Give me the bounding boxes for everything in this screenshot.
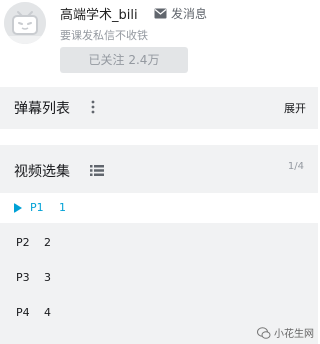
send-message-label: 发消息 xyxy=(171,7,208,21)
uploader-name[interactable]: 高端学术_bili xyxy=(60,4,138,23)
episode-number: P3 xyxy=(16,271,30,284)
list-icon[interactable] xyxy=(90,165,104,176)
episode-title: 4 xyxy=(44,306,51,319)
follow-button[interactable]: 已关注 2.4万 xyxy=(60,47,188,73)
episode-counter: 1/4 xyxy=(287,161,304,172)
video-list-title: 视频选集 xyxy=(14,164,70,180)
episode-number: P4 xyxy=(16,306,30,319)
episode-title: 1 xyxy=(59,201,66,214)
uploader-signature: 要课发私信不收铁 xyxy=(60,29,148,42)
episode-item-p4[interactable]: P4 4 xyxy=(0,298,318,328)
watermark-text: 小花生网 xyxy=(274,329,314,340)
avatar[interactable] xyxy=(4,2,46,44)
danmaku-panel: 弹幕列表 展开 xyxy=(0,87,318,129)
wechat-icon xyxy=(257,326,271,339)
watermark: 小花生网 xyxy=(257,325,314,340)
expand-button[interactable]: 展开 xyxy=(284,100,306,116)
episode-item-p2[interactable]: P2 2 xyxy=(0,228,318,258)
more-vertical-icon[interactable] xyxy=(90,100,96,114)
playing-indicator-icon xyxy=(14,203,22,213)
episode-item-p1[interactable]: P1 1 xyxy=(0,193,318,223)
video-list-panel: 视频选集 1/4 P1 1 P2 2 P3 3 P4 4 小花生网 xyxy=(0,145,318,344)
tv-mascot-icon xyxy=(4,2,46,44)
uploader-card: 高端学术_bili 发消息 要课发私信不收铁 已关注 2.4万 xyxy=(0,0,318,80)
episode-title: 3 xyxy=(44,271,51,284)
episode-number: P2 xyxy=(16,236,30,249)
envelope-icon xyxy=(154,8,167,19)
danmaku-title: 弹幕列表 xyxy=(14,101,70,117)
episode-title: 2 xyxy=(44,236,51,249)
episode-item-p3[interactable]: P3 3 xyxy=(0,263,318,293)
send-message-button[interactable]: 发消息 xyxy=(154,5,207,22)
episode-number: P1 xyxy=(30,201,44,214)
